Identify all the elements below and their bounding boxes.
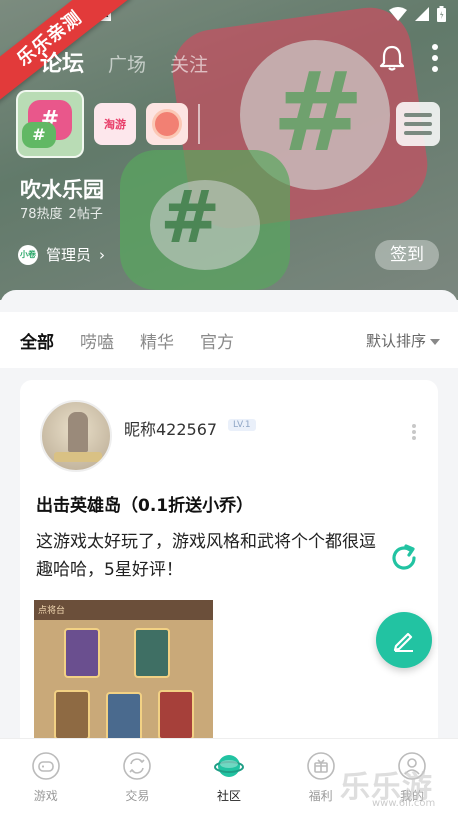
avatar[interactable]	[40, 400, 112, 472]
signal-icon	[415, 7, 429, 21]
forum-stats: 78热度 2帖子	[20, 203, 103, 222]
forum-name: 吹水乐园	[20, 178, 104, 202]
more-options-icon[interactable]	[430, 44, 440, 72]
nav-trade[interactable]: 交易	[92, 739, 184, 814]
compose-button[interactable]	[376, 612, 432, 668]
bell-icon[interactable]	[378, 44, 406, 72]
nav-community-label: 社区	[216, 789, 241, 803]
exchange-icon	[123, 752, 152, 780]
icon-divider	[198, 104, 200, 144]
signin-button[interactable]: 签到	[375, 240, 439, 270]
filter-tab-chat[interactable]: 唠嗑	[80, 328, 114, 353]
tab-follow[interactable]: 关注	[170, 50, 208, 77]
planet-icon	[213, 755, 244, 777]
battery-icon	[437, 6, 446, 22]
forum-post-count: 2帖子	[68, 207, 103, 222]
nav-games-label: 游戏	[33, 789, 58, 803]
filter-tab-all[interactable]: 全部	[20, 328, 54, 353]
gift-icon	[306, 752, 335, 780]
refresh-icon[interactable]	[388, 542, 420, 574]
filter-tabs: 全部 唠嗑 精华 官方	[20, 328, 234, 353]
filter-tab-featured[interactable]: 精华	[140, 328, 174, 353]
filter-tab-official[interactable]: 官方	[200, 328, 234, 353]
top-tabs: 论坛 广场 关注	[40, 46, 208, 78]
forum-main-icon[interactable]: # #	[16, 90, 84, 158]
taoyou-icon[interactable]: 淘游	[94, 103, 136, 145]
post-body[interactable]: 这游戏太好玩了，游戏风格和武将个个都很逗趣哈哈，5星好评！	[36, 528, 386, 584]
tab-square[interactable]: 广场	[108, 50, 146, 77]
nav-games[interactable]: 游戏	[0, 739, 92, 814]
pencil-icon	[393, 632, 413, 652]
post-author[interactable]: 昵称422567	[124, 416, 217, 440]
admin-link[interactable]: 小卷 管理员 ›	[18, 244, 105, 265]
post-more-icon[interactable]	[412, 424, 416, 440]
nav-community[interactable]: 社区	[183, 739, 275, 814]
badge-icon[interactable]	[146, 103, 188, 145]
status-icons	[389, 6, 446, 22]
tab-forum[interactable]: 论坛	[40, 46, 84, 78]
post-image-caption: 点将台	[38, 606, 66, 616]
nav-trade-label: 交易	[125, 789, 150, 803]
menu-button[interactable]	[396, 102, 440, 146]
admin-avatar: 小卷	[18, 244, 38, 265]
admin-label: 管理员	[46, 246, 92, 264]
filter-bar: 全部 唠嗑 精华 官方 默认排序	[0, 312, 458, 368]
forum-heat: 78热度	[20, 207, 63, 222]
sort-label: 默认排序	[365, 332, 426, 350]
watermark-url: www.6ll.com	[372, 798, 436, 809]
caret-down-icon	[430, 338, 440, 345]
forum-icons-row: # # 淘游	[16, 90, 200, 158]
post-card[interactable]: 昵称422567 LV.1 出击英雄岛（0.1折送小乔） 这游戏太好玩了，游戏风…	[20, 380, 438, 760]
sort-dropdown[interactable]: 默认排序	[366, 330, 440, 351]
chevron-right-icon: ›	[99, 245, 106, 264]
level-badge: LV.1	[228, 419, 256, 431]
wifi-icon	[389, 7, 407, 21]
nav-benefits-label: 福利	[308, 789, 333, 803]
gamepad-icon	[31, 752, 60, 780]
post-image[interactable]: 点将台	[34, 600, 213, 760]
post-title[interactable]: 出击英雄岛（0.1折送小乔）	[36, 491, 253, 516]
